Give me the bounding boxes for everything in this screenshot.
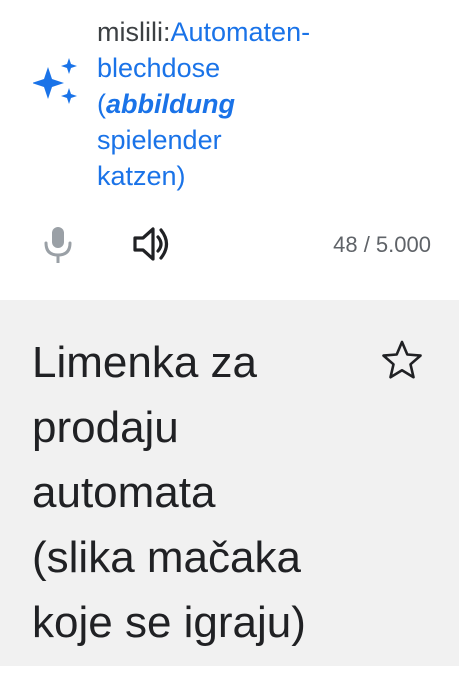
character-counter: 48 / 5.000 <box>333 232 431 257</box>
suggestion-line-1[interactable]: Automaten- <box>171 17 311 47</box>
cut-off-text <box>97 0 397 14</box>
translation-line: Limenka za <box>32 338 258 387</box>
translation-line: (slika mačaka <box>32 533 301 582</box>
did-you-mean-prefix: mislili: <box>97 17 171 47</box>
suggestion-line-2[interactable]: blechdose <box>97 50 397 86</box>
translation-line: automata <box>32 468 216 517</box>
sparkle-icon <box>33 58 77 104</box>
star-icon[interactable] <box>380 338 424 382</box>
suggestion-paren[interactable]: ( <box>97 89 106 119</box>
suggestion-line-5[interactable]: katzen) <box>97 158 397 194</box>
translation-line: koje se igraju) <box>32 598 306 647</box>
suggestion-highlight[interactable]: abbildung <box>106 89 235 119</box>
speaker-icon[interactable] <box>130 222 174 266</box>
translation-line: prodaju <box>32 403 179 452</box>
did-you-mean-suggestion[interactable]: mislili:Automaten- blechdose (abbildung … <box>97 0 397 194</box>
microphone-icon[interactable] <box>38 224 78 264</box>
suggestion-line-4[interactable]: spielender <box>97 122 397 158</box>
translation-text[interactable]: Limenka za prodaju automata (slika mačak… <box>32 330 362 655</box>
source-panel: mislili:Automaten- blechdose (abbildung … <box>0 0 459 300</box>
footer-spacer <box>0 666 459 690</box>
translation-panel: Limenka za prodaju automata (slika mačak… <box>0 300 459 666</box>
